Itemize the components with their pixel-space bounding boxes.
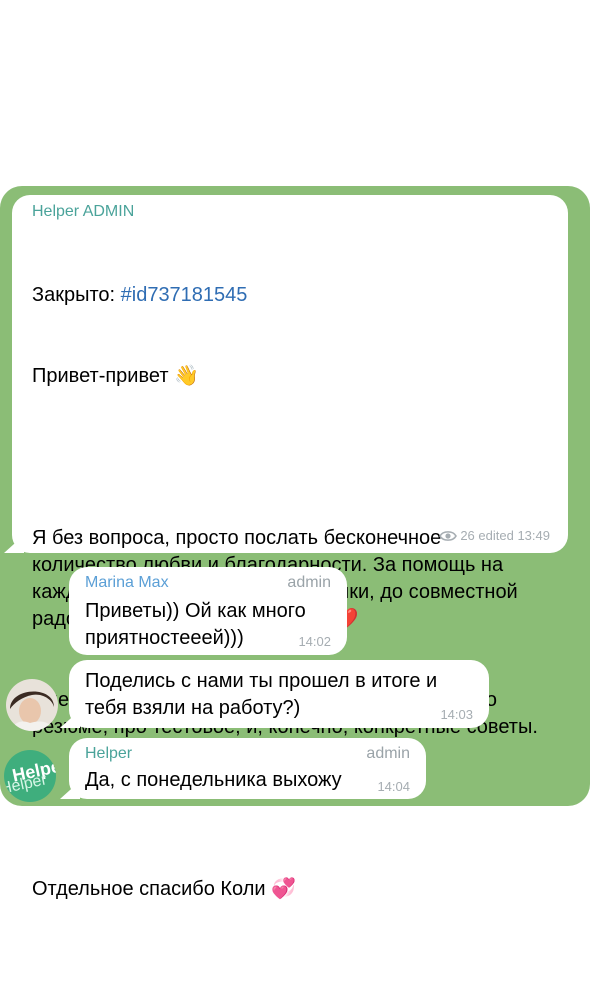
helper-logo-avatar[interactable]: Helper Helper bbox=[4, 750, 56, 802]
helper-logo-text-mirror: Helper bbox=[4, 771, 49, 798]
view-count: 26 bbox=[460, 528, 475, 543]
message-time: 14:04 bbox=[377, 779, 410, 794]
message-bubble-user[interactable]: Поделись с нами ты прошел в итоге и тебя… bbox=[69, 660, 489, 728]
role-badge: admin bbox=[366, 745, 410, 762]
hashtag-link[interactable]: #id737181545 bbox=[121, 284, 248, 306]
message-text: Да, с понедельника выхожу bbox=[85, 769, 342, 791]
greeting-text: Привет-привет bbox=[32, 365, 169, 387]
message-text: Поделись с нами ты прошел в итоге и тебя… bbox=[85, 670, 443, 719]
closed-prefix: Закрыто: bbox=[32, 284, 121, 306]
sender-name[interactable]: Helper bbox=[85, 744, 410, 764]
message-bubble-helper-admin[interactable]: Helper ADMIN Закрыто: #id737181545 Приве… bbox=[12, 195, 568, 900]
message-bubble-marina[interactable]: Marina Max admin Приветы)) Ой как много … bbox=[69, 567, 347, 655]
message-text: Приветы)) Ой как много приятностееей))) bbox=[85, 600, 312, 649]
waving-hand-emoji: 👋 bbox=[174, 365, 199, 387]
role-badge: admin bbox=[287, 574, 331, 591]
two-hearts-emoji: 💞 bbox=[271, 878, 297, 900]
sender-name[interactable]: Helper ADMIN bbox=[32, 202, 548, 222]
message-time: 14:02 bbox=[298, 634, 331, 649]
thanks-text: Отдельное спасибо Коли bbox=[32, 878, 266, 900]
message-bubble-helper[interactable]: Helper admin Да, с понедельника выхожу 1… bbox=[69, 738, 426, 799]
message-time: 14:03 bbox=[440, 707, 473, 722]
edited-time: edited 13:49 bbox=[478, 528, 550, 543]
user-photo-avatar[interactable] bbox=[6, 679, 58, 731]
eye-icon bbox=[439, 529, 458, 546]
message-meta: 26 edited 13:49 bbox=[439, 528, 550, 546]
